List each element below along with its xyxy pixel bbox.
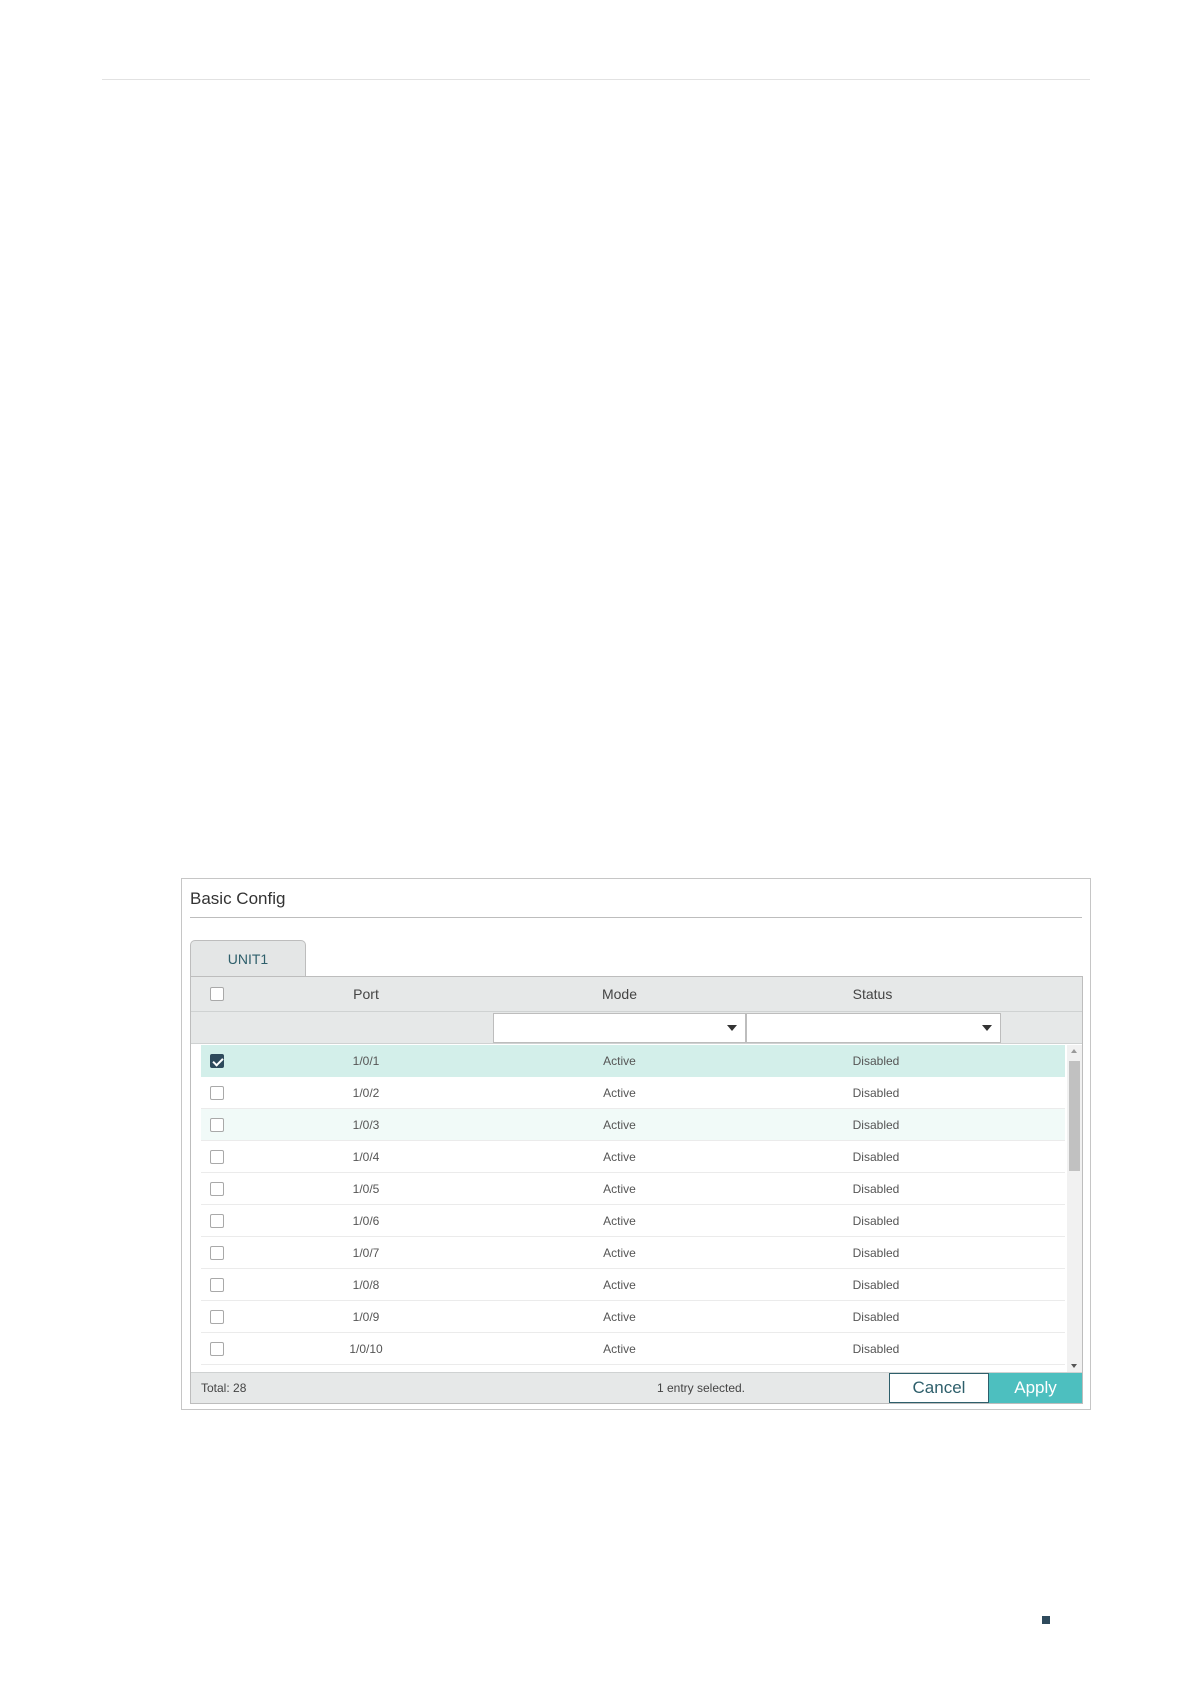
status-cell: Disabled — [852, 1246, 900, 1260]
port-cell: 1/0/3 — [352, 1118, 380, 1132]
status-cell: Disabled — [852, 1182, 900, 1196]
table-row[interactable]: 1/0/2 Active Disabled — [201, 1077, 1065, 1109]
table-row[interactable]: 1/0/1 Active Disabled — [201, 1045, 1065, 1077]
row-checkbox[interactable] — [210, 1150, 224, 1164]
column-header-mode[interactable]: Mode — [493, 977, 746, 1012]
mode-cell: Active — [603, 1214, 636, 1228]
table-header: Port Mode Status — [191, 977, 1082, 1012]
table-row[interactable]: 1/0/3 Active Disabled — [201, 1109, 1065, 1141]
port-cell: 1/0/5 — [352, 1182, 380, 1196]
mode-cell: Active — [603, 1278, 636, 1292]
row-checkbox[interactable] — [210, 1214, 224, 1228]
basic-config-panel: Basic Config UNIT1 Port Mode Status 1/0/… — [181, 878, 1091, 1410]
select-all-checkbox[interactable] — [210, 987, 224, 1001]
table-row[interactable]: 1/0/4 Active Disabled — [201, 1141, 1065, 1173]
table-row[interactable]: 1/0/10 Active Disabled — [201, 1333, 1065, 1365]
table-scrollbar[interactable] — [1067, 1045, 1082, 1372]
row-checkbox[interactable] — [210, 1182, 224, 1196]
cancel-button[interactable]: Cancel — [889, 1373, 989, 1403]
row-checkbox[interactable] — [210, 1342, 224, 1356]
mode-filter-select[interactable] — [493, 1013, 746, 1043]
status-cell: Disabled — [852, 1278, 900, 1292]
page-marker-square — [1042, 1616, 1050, 1624]
status-cell: Disabled — [852, 1118, 900, 1132]
scroll-down-arrow-icon[interactable] — [1071, 1364, 1077, 1368]
status-filter-select[interactable] — [746, 1013, 1001, 1043]
mode-cell: Active — [603, 1054, 636, 1068]
port-cell: 1/0/6 — [352, 1214, 380, 1228]
table-footer: Total: 28 1 entry selected. Cancel Apply — [191, 1372, 1082, 1403]
port-cell: 1/0/2 — [352, 1086, 380, 1100]
mode-cell: Active — [603, 1086, 636, 1100]
status-cell: Disabled — [852, 1086, 900, 1100]
table-row[interactable]: 1/0/9 Active Disabled — [201, 1301, 1065, 1333]
table-row[interactable]: 1/0/5 Active Disabled — [201, 1173, 1065, 1205]
scrollbar-thumb[interactable] — [1069, 1061, 1080, 1171]
table-body: 1/0/1 Active Disabled 1/0/2 Active Disab… — [191, 1045, 1065, 1372]
status-cell: Disabled — [852, 1054, 900, 1068]
row-checkbox[interactable] — [210, 1310, 224, 1324]
table-row-partial[interactable] — [201, 1365, 1065, 1372]
table-row[interactable]: 1/0/8 Active Disabled — [201, 1269, 1065, 1301]
mode-cell: Active — [603, 1342, 636, 1356]
panel-title: Basic Config — [190, 889, 286, 908]
column-header-port[interactable]: Port — [251, 977, 481, 1012]
port-cell: 1/0/8 — [352, 1278, 380, 1292]
mode-cell: Active — [603, 1150, 636, 1164]
table-row[interactable]: 1/0/6 Active Disabled — [201, 1205, 1065, 1237]
total-count: Total: 28 — [201, 1381, 247, 1395]
scroll-up-arrow-icon[interactable] — [1071, 1049, 1077, 1053]
chevron-down-icon — [982, 1025, 992, 1031]
mode-cell: Active — [603, 1310, 636, 1324]
port-cell: 1/0/4 — [352, 1150, 380, 1164]
tab-unit1[interactable]: UNIT1 — [190, 940, 306, 977]
chevron-down-icon — [727, 1025, 737, 1031]
apply-button[interactable]: Apply — [989, 1373, 1082, 1403]
mode-cell: Active — [603, 1118, 636, 1132]
page-top-rule — [102, 79, 1090, 80]
status-cell: Disabled — [852, 1214, 900, 1228]
panel-title-divider — [190, 917, 1082, 918]
status-cell: Disabled — [852, 1150, 900, 1164]
row-checkbox[interactable] — [210, 1246, 224, 1260]
status-cell: Disabled — [852, 1342, 900, 1356]
row-checkbox[interactable] — [210, 1118, 224, 1132]
mode-cell: Active — [603, 1246, 636, 1260]
filter-row — [191, 1012, 1082, 1044]
port-cell: 1/0/10 — [349, 1342, 383, 1356]
selection-status: 1 entry selected. — [656, 1381, 746, 1395]
column-header-status[interactable]: Status — [746, 977, 999, 1012]
port-cell: 1/0/9 — [352, 1310, 380, 1324]
port-cell: 1/0/1 — [352, 1054, 380, 1068]
table-row[interactable]: 1/0/7 Active Disabled — [201, 1237, 1065, 1269]
row-checkbox[interactable] — [210, 1054, 224, 1068]
status-cell: Disabled — [852, 1310, 900, 1324]
row-checkbox[interactable] — [210, 1086, 224, 1100]
mode-cell: Active — [603, 1182, 636, 1196]
port-cell: 1/0/7 — [352, 1246, 380, 1260]
row-checkbox[interactable] — [210, 1278, 224, 1292]
port-table: Port Mode Status 1/0/1 Active Disabled 1… — [190, 976, 1083, 1404]
